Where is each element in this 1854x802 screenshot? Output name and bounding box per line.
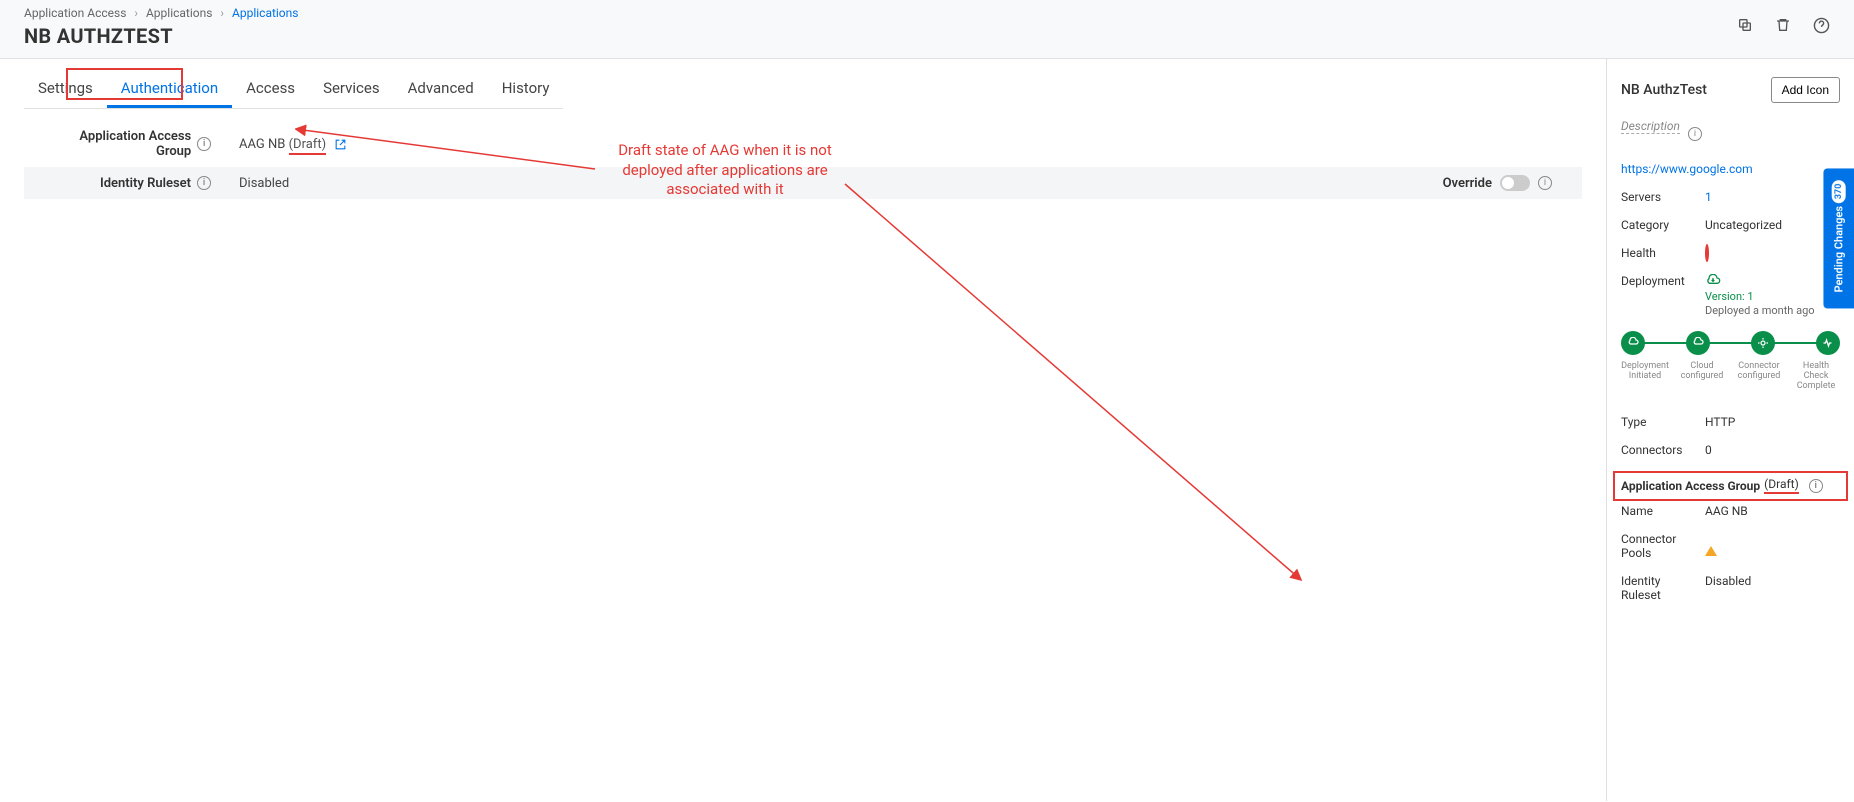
step-deploy-icon	[1621, 331, 1645, 355]
info-icon[interactable]: i	[1538, 176, 1552, 190]
irule-value: Disabled	[1705, 574, 1840, 588]
side-panel: NB AuthzTest Add Icon Description i http…	[1606, 59, 1854, 801]
deploy-progress	[1621, 331, 1840, 355]
info-icon[interactable]: i	[197, 137, 211, 151]
step-cloud-icon	[1686, 331, 1710, 355]
highlight-aag	[1613, 471, 1848, 501]
breadcrumb-l3[interactable]: Applications	[232, 6, 298, 20]
type-value: HTTP	[1705, 415, 1840, 429]
deploy-version[interactable]: Version: 1	[1705, 290, 1754, 303]
side-title: NB AuthzTest	[1621, 82, 1707, 98]
tab-settings[interactable]: Settings	[24, 71, 107, 108]
help-icon[interactable]	[1812, 16, 1830, 34]
tab-access[interactable]: Access	[232, 71, 309, 108]
override-toggle[interactable]	[1500, 175, 1530, 191]
breadcrumb-l2[interactable]: Applications	[146, 6, 212, 20]
health-icon	[1705, 244, 1709, 262]
info-icon[interactable]: i	[197, 176, 211, 190]
description-label[interactable]: Description	[1621, 119, 1680, 134]
aag-name-value: AAG NB	[1705, 504, 1840, 518]
app-url[interactable]: https://www.google.com	[1621, 162, 1840, 176]
pending-count: 370	[1831, 179, 1845, 202]
cloud-icon	[1705, 275, 1721, 289]
step-connector-icon	[1751, 331, 1775, 355]
deploy-when: Deployed a month ago	[1705, 304, 1815, 317]
breadcrumb: Application Access › Applications › Appl…	[24, 6, 298, 20]
warning-icon	[1705, 532, 1717, 556]
tab-advanced[interactable]: Advanced	[394, 71, 488, 108]
info-icon[interactable]: i	[1688, 127, 1702, 141]
override-label: Override	[1443, 176, 1492, 191]
add-icon-button[interactable]: Add Icon	[1771, 77, 1840, 103]
page-title: NB AUTHZTEST	[24, 24, 298, 48]
identity-label: Identity Ruleset i	[44, 176, 219, 191]
aag-value: AAG NB (Draft)	[219, 137, 1562, 152]
breadcrumb-l1[interactable]: Application Access	[24, 6, 126, 20]
external-link-icon[interactable]	[334, 138, 347, 151]
tab-services[interactable]: Services	[309, 71, 394, 108]
trash-icon[interactable]	[1774, 16, 1792, 34]
category-value: Uncategorized	[1705, 218, 1840, 232]
tabs: Settings Authentication Access Services …	[24, 71, 563, 109]
aag-label: Application Access Group i	[44, 129, 219, 159]
identity-value: Disabled	[219, 176, 1443, 191]
copy-icon[interactable]	[1736, 16, 1754, 34]
servers-value[interactable]: 1	[1705, 190, 1840, 204]
tab-authentication[interactable]: Authentication	[107, 71, 232, 108]
step-health-icon	[1816, 331, 1840, 355]
tab-history[interactable]: History	[488, 71, 564, 108]
pending-changes-tab[interactable]: Pending Changes 370	[1823, 168, 1854, 308]
connectors-value: 0	[1705, 443, 1840, 457]
